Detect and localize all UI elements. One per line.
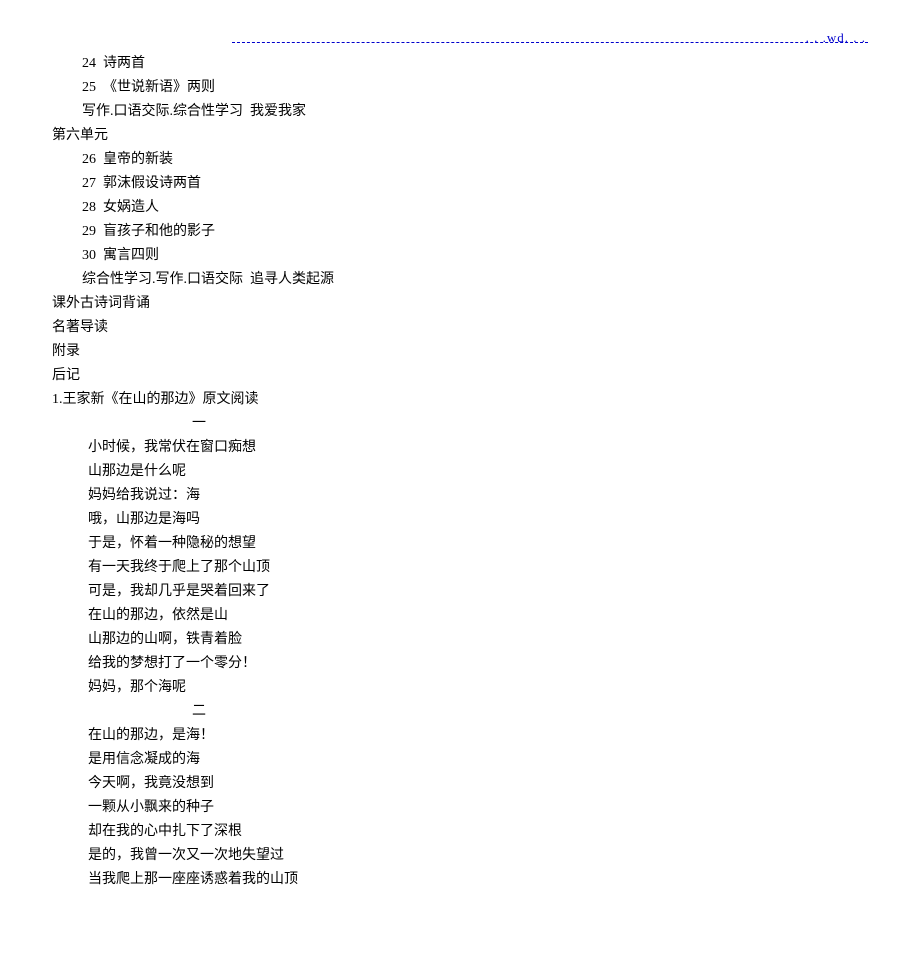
toc-extra3: 附录 <box>52 340 868 364</box>
toc-item-writing2: 综合性学习.写作.口语交际 追寻人类起源 <box>52 268 868 292</box>
toc-item-27: 27 郭沫假设诗两首 <box>52 172 868 196</box>
poem-line: 妈妈给我说过：海 <box>52 484 868 508</box>
article-title: 1.王家新《在山的那边》原文阅读 <box>52 388 868 412</box>
poem-section-2: 二 <box>52 700 868 724</box>
poem-line: 一颗从小飘来的种子 <box>52 796 868 820</box>
toc-item-writing1: 写作.口语交际.综合性学习 我爱我家 <box>52 100 868 124</box>
toc-item-29: 29 盲孩子和他的影子 <box>52 220 868 244</box>
poem-line: 是用信念凝成的海 <box>52 748 868 772</box>
poem-line: 可是，我却几乎是哭着回来了 <box>52 580 868 604</box>
poem-line: 小时候，我常伏在窗口痴想 <box>52 436 868 460</box>
toc-item-30: 30 寓言四则 <box>52 244 868 268</box>
poem-line: 山那边的山啊，铁青着脸 <box>52 628 868 652</box>
poem-section-1: 一 <box>52 412 868 436</box>
toc-item-24: 24 诗两首 <box>52 52 868 76</box>
poem-line: 今天啊，我竟没想到 <box>52 772 868 796</box>
poem-line: 山那边是什么呢 <box>52 460 868 484</box>
poem-line: 却在我的心中扎下了深根 <box>52 820 868 844</box>
poem-line: 在山的那边，是海！ <box>52 724 868 748</box>
poem-line: 是的，我曾一次又一次地失望过 <box>52 844 868 868</box>
poem-line: 给我的梦想打了一个零分！ <box>52 652 868 676</box>
toc-unit6: 第六单元 <box>52 124 868 148</box>
poem-line: 有一天我终于爬上了那个山顶 <box>52 556 868 580</box>
toc-item-28: 28 女娲造人 <box>52 196 868 220</box>
header-marker: . . .wd. . . <box>806 30 866 46</box>
poem-line: 于是，怀着一种隐秘的想望 <box>52 532 868 556</box>
poem-line: 当我爬上那一座座诱惑着我的山顶 <box>52 868 868 892</box>
poem-line: 哦，山那边是海吗 <box>52 508 868 532</box>
poem-line: 在山的那边，依然是山 <box>52 604 868 628</box>
toc-extra2: 名著导读 <box>52 316 868 340</box>
toc-item-26: 26 皇帝的新装 <box>52 148 868 172</box>
toc-extra1: 课外古诗词背诵 <box>52 292 868 316</box>
document-content: 24 诗两首 25 《世说新语》两则 写作.口语交际.综合性学习 我爱我家 第六… <box>52 52 868 892</box>
poem-line: 妈妈，那个海呢 <box>52 676 868 700</box>
toc-extra4: 后记 <box>52 364 868 388</box>
header-divider <box>232 42 868 43</box>
toc-item-25: 25 《世说新语》两则 <box>52 76 868 100</box>
